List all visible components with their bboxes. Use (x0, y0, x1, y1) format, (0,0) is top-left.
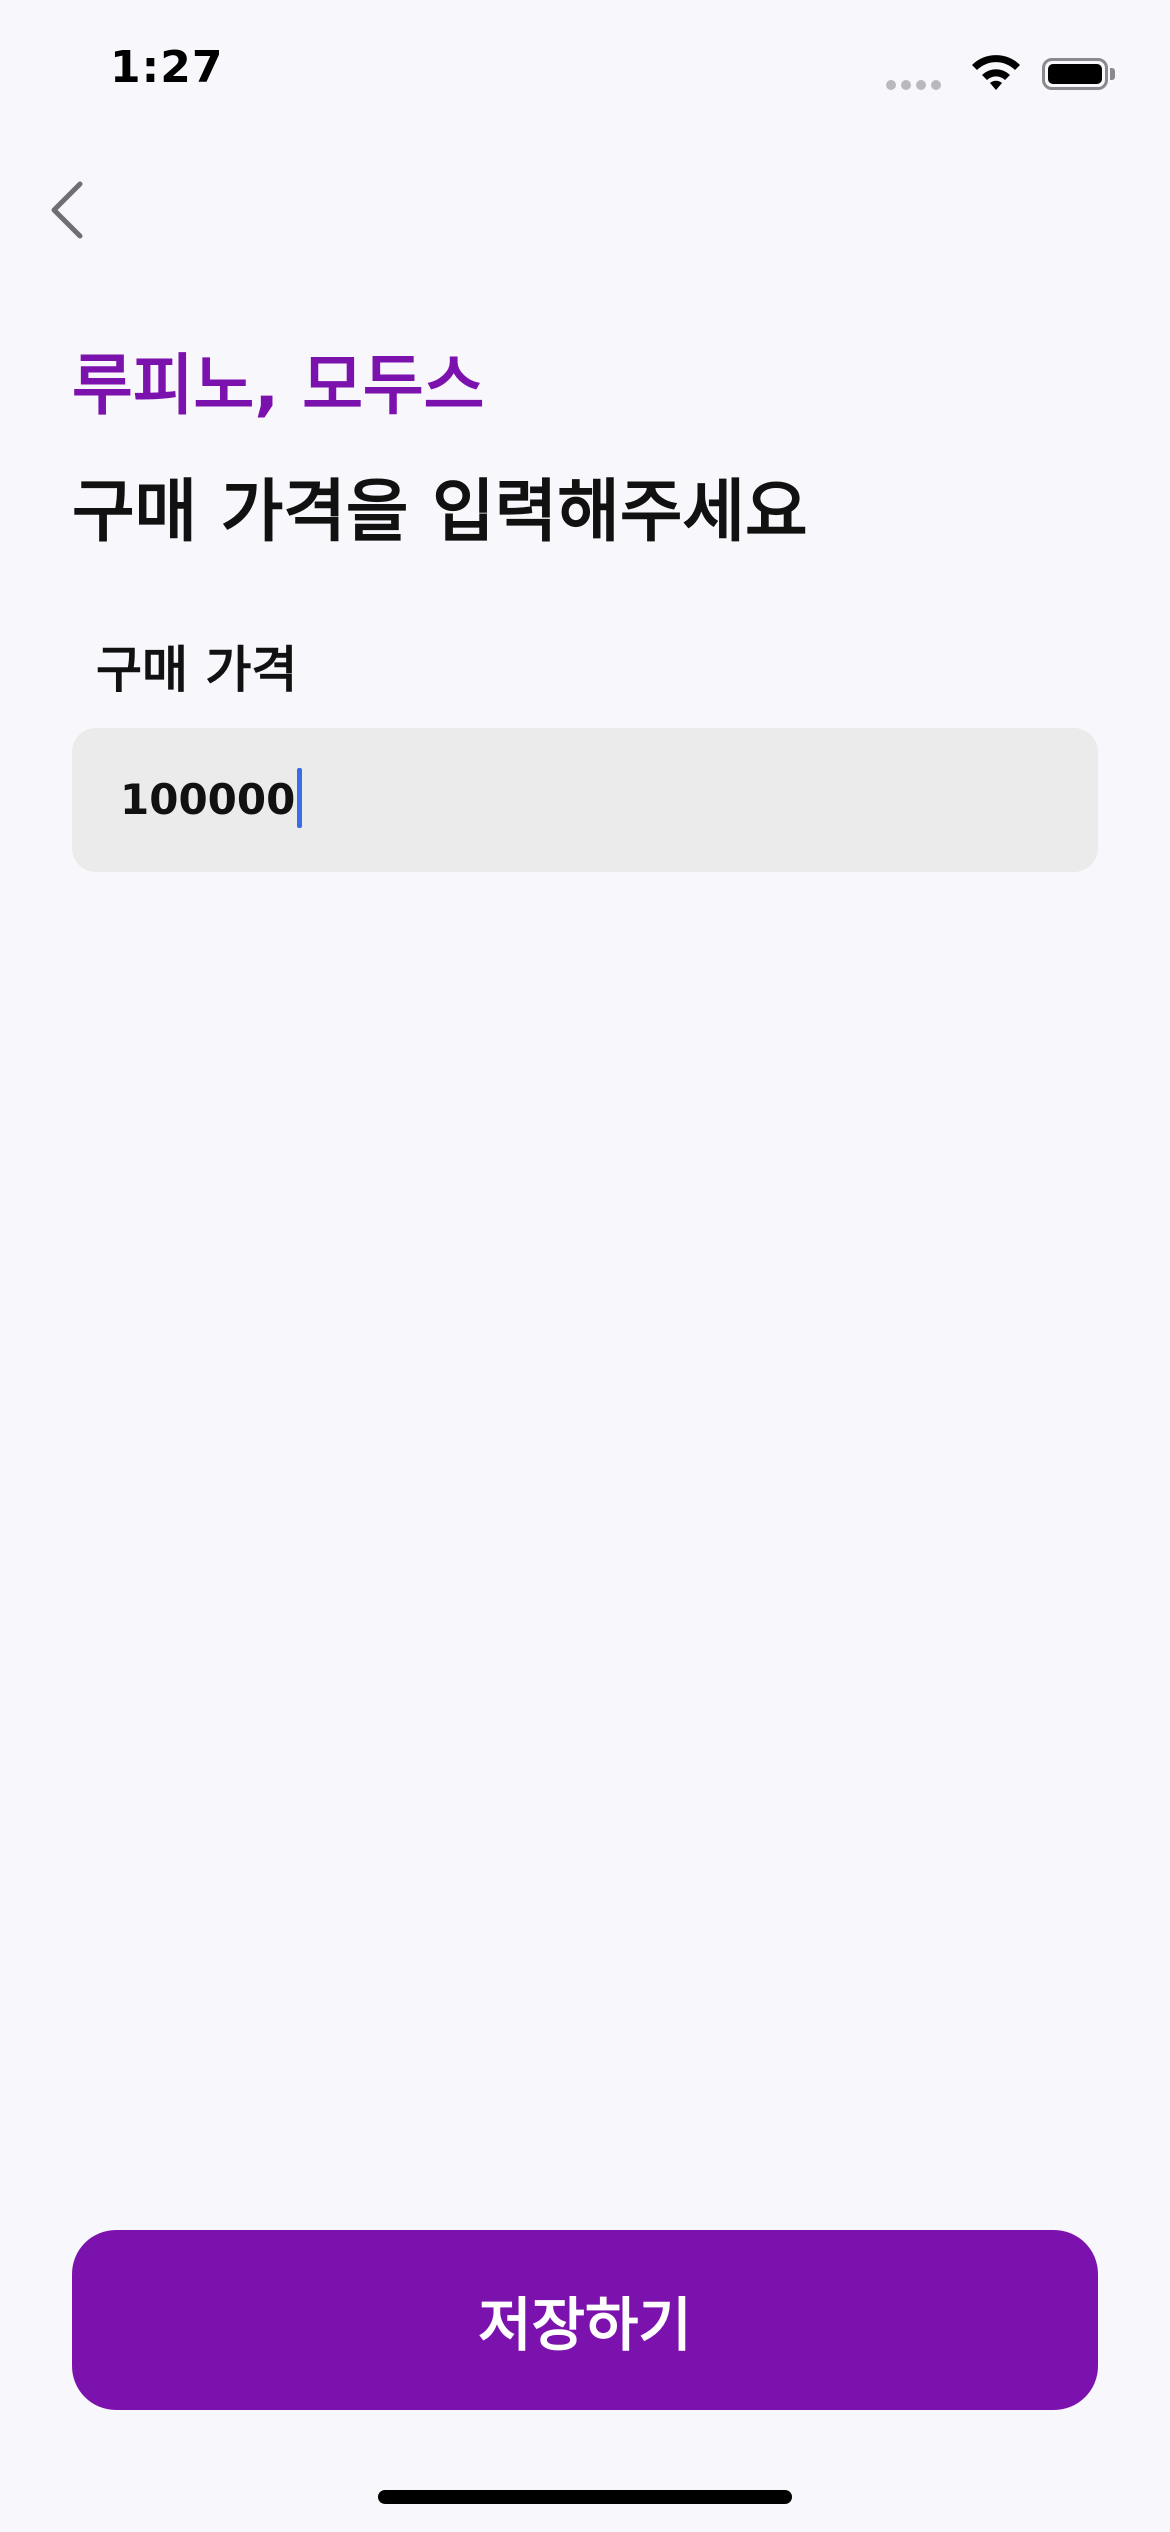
back-button[interactable] (38, 168, 98, 252)
save-button[interactable]: 저장하기 (72, 2230, 1098, 2410)
wifi-icon (972, 55, 1020, 90)
status-time: 1:27 (110, 42, 224, 93)
page-title: 구매 가격을 입력해주세요 (72, 473, 808, 552)
battery-cap (1110, 68, 1115, 80)
signal-dots-icon (886, 80, 942, 90)
home-indicator (378, 2490, 792, 2504)
status-icons (886, 52, 1116, 96)
battery-icon (1042, 58, 1108, 90)
text-caret (297, 768, 302, 828)
price-label: 구매 가격 (96, 641, 298, 699)
price-input[interactable]: 100000 (72, 728, 1098, 872)
status-bar: 1:27 (0, 0, 1170, 140)
chevron-left-icon (51, 181, 83, 239)
price-input-value[interactable]: 100000 (120, 772, 295, 828)
product-name: 루피노, 모두스 (72, 347, 485, 424)
